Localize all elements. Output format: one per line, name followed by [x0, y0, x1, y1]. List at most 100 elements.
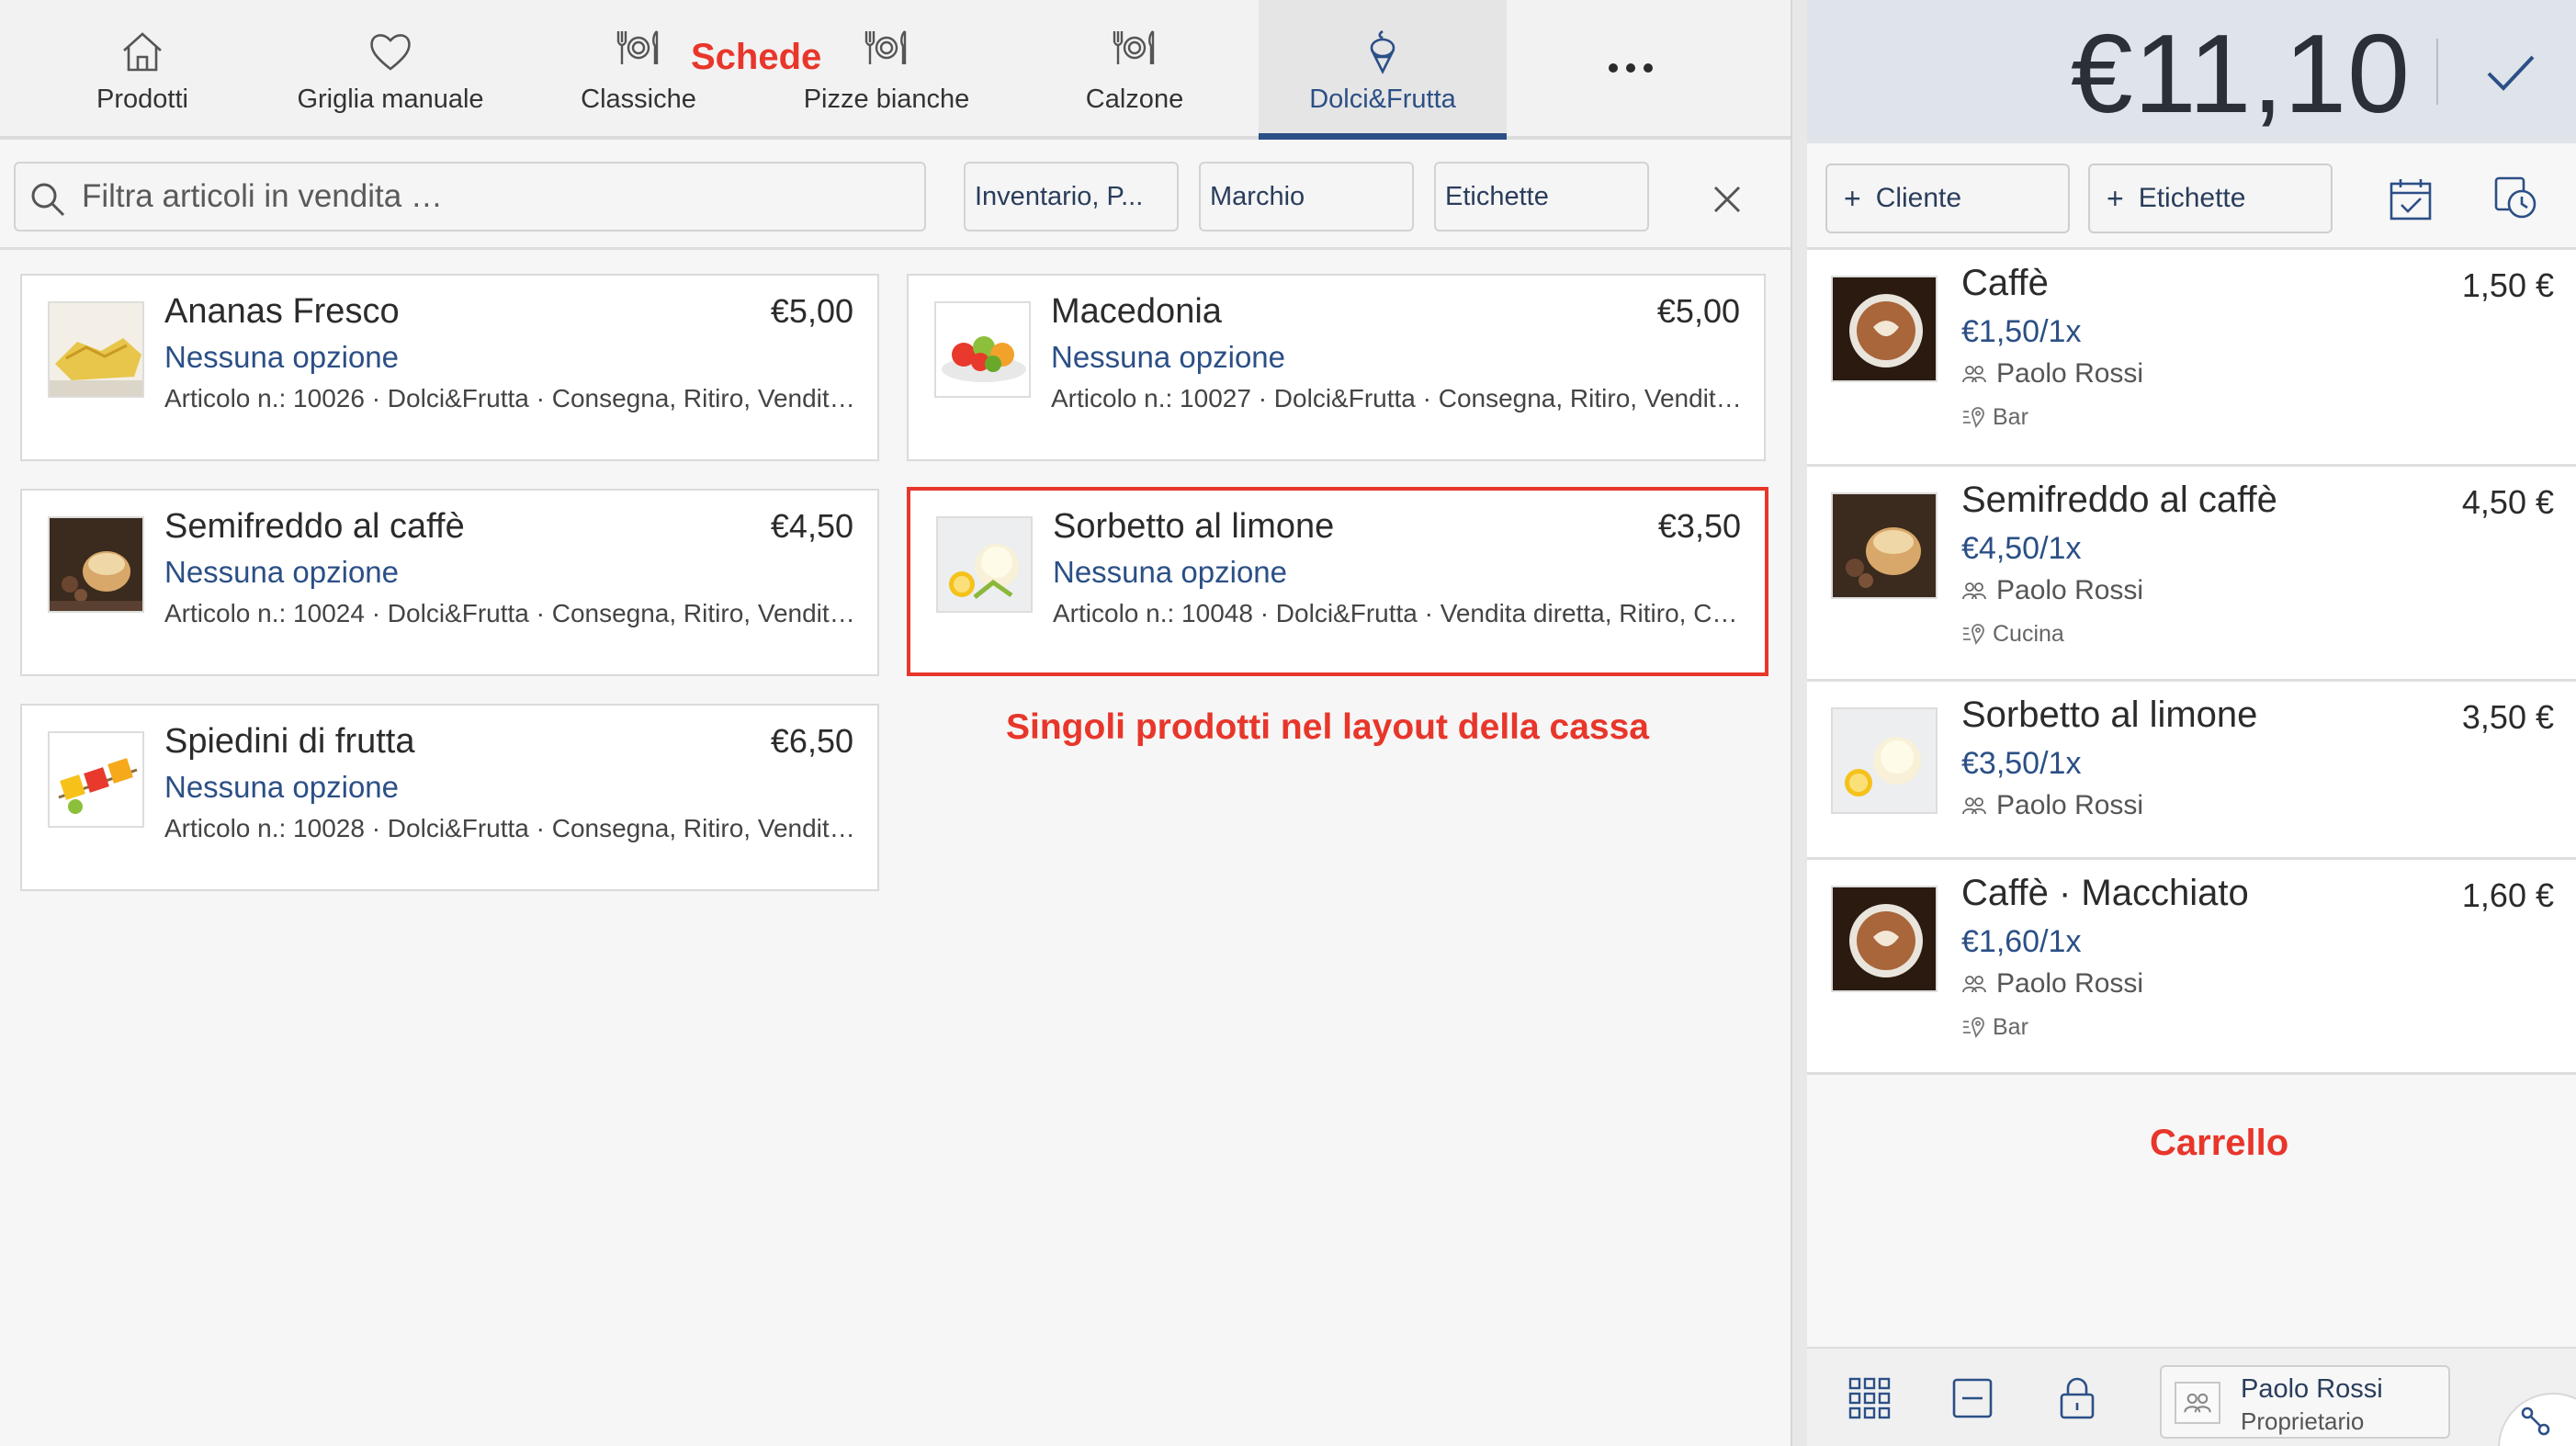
minus-icon[interactable] [1950, 1376, 1994, 1420]
cart-item-image [1831, 886, 1938, 992]
product-pane: Prodotti Griglia manuale Classiche Pizze… [0, 0, 1791, 1446]
product-option: Nessuna opzione [164, 340, 400, 374]
grid-icon[interactable] [1847, 1376, 1892, 1420]
location-icon [1961, 1016, 1985, 1040]
annotation-products: Singoli prodotti nel layout della cassa [1006, 707, 1649, 747]
cutlery-icon [613, 28, 664, 68]
filter-bar: Inventario, P... Marchio Etichette [0, 143, 1791, 250]
plus-icon: + [2107, 181, 2124, 215]
cart-item-image [1831, 492, 1938, 599]
product-image [934, 301, 1031, 398]
cart-item-user: Paolo Rossi [1996, 575, 2144, 605]
product-card[interactable]: Semifreddo al caffè €4,50 Nessuna opzion… [20, 489, 879, 676]
home-icon [119, 28, 166, 75]
location-icon [1961, 623, 1985, 647]
cart-item-price: 3,50 € [2461, 698, 2554, 736]
product-price: €3,50 [1657, 507, 1741, 545]
cart-item-unit-price: €1,60/1x [1961, 924, 2082, 959]
product-price: €6,50 [770, 722, 853, 760]
product-name: Spiedini di frutta [164, 722, 415, 761]
cart-item-unit-price: €1,50/1x [1961, 314, 2082, 349]
cart-item-user: Paolo Rossi [1996, 358, 2144, 389]
product-card[interactable]: Ananas Fresco €5,00 Nessuna opzione Arti… [20, 274, 879, 461]
user-role: Proprietario [2241, 1407, 2365, 1435]
pane-divider[interactable] [1791, 0, 1807, 1446]
bottom-toolbar: Paolo Rossi Proprietario [1807, 1347, 2576, 1446]
lock-icon[interactable] [2057, 1376, 2097, 1420]
tab-prodotti[interactable]: Prodotti [18, 0, 266, 140]
product-option: Nessuna opzione [164, 555, 400, 589]
product-meta: Articolo n.: 10026 · Dolci&Frutta · Cons… [164, 384, 863, 412]
product-option: Nessuna opzione [1051, 340, 1286, 374]
cart-item-price: 4,50 € [2461, 483, 2554, 521]
product-meta: Articolo n.: 10024 · Dolci&Frutta · Cons… [164, 599, 863, 627]
annotation-tabs: Schede [691, 37, 822, 77]
cart-item[interactable]: Semifreddo al caffè 4,50 € €4,50/1x Paol… [1807, 467, 2576, 682]
product-name: Macedonia [1051, 292, 1222, 331]
search-input[interactable] [82, 178, 924, 215]
tab-dolci-frutta[interactable]: Dolci&Frutta [1259, 0, 1507, 140]
add-tags-label: Etichette [2138, 183, 2246, 213]
product-card[interactable]: Spiedini di frutta €6,50 Nessuna opzione… [20, 704, 879, 891]
tab-label: Classiche [581, 85, 696, 114]
calendar-check-icon[interactable] [2388, 176, 2434, 222]
cart-item-name: Caffè · Macchiato [1961, 873, 2249, 913]
more-dots-icon [1609, 63, 1618, 73]
cart-item-price: 1,60 € [2461, 876, 2554, 914]
cart-total: €11,10 [2070, 11, 2411, 136]
add-customer-button[interactable]: + Cliente [1825, 164, 2070, 233]
product-image [48, 516, 144, 613]
cart-item-destination: Bar [1993, 404, 2028, 430]
add-tags-button[interactable]: + Etichette [2088, 164, 2333, 233]
tab-label: Griglia manuale [297, 85, 484, 114]
cart-item-user: Paolo Rossi [1996, 968, 2144, 999]
search-field[interactable] [14, 162, 926, 232]
cutlery-icon [861, 28, 912, 68]
checkmark-icon[interactable] [2478, 40, 2542, 105]
product-price: €5,00 [1656, 292, 1740, 330]
history-icon[interactable] [2492, 175, 2540, 222]
tab-label: Dolci&Frutta [1309, 85, 1456, 114]
filter-tags[interactable]: Etichette [1434, 162, 1649, 232]
product-card-highlighted[interactable]: Sorbetto al limone €3,50 Nessuna opzione… [907, 487, 1768, 676]
users-icon [1961, 364, 1987, 384]
filter-inventory[interactable]: Inventario, P... [964, 162, 1179, 232]
more-tabs-button[interactable] [1580, 40, 1681, 96]
product-card[interactable]: Macedonia €5,00 Nessuna opzione Articolo… [907, 274, 1766, 461]
product-name: Semifreddo al caffè [164, 507, 465, 546]
tab-calzone[interactable]: Calzone [1011, 0, 1259, 140]
product-option: Nessuna opzione [1053, 555, 1288, 589]
separator [2436, 39, 2438, 105]
product-meta: Articolo n.: 10028 · Dolci&Frutta · Cons… [164, 814, 863, 842]
add-customer-label: Cliente [1875, 183, 1962, 213]
cart-item-unit-price: €4,50/1x [1961, 531, 2082, 566]
users-icon [1961, 974, 1987, 994]
current-user-chip[interactable]: Paolo Rossi Proprietario [2160, 1365, 2450, 1439]
cart-item-unit-price: €3,50/1x [1961, 746, 2082, 781]
cart-item-name: Caffè [1961, 263, 2049, 303]
close-icon[interactable] [1704, 176, 1750, 222]
product-price: €5,00 [770, 292, 853, 330]
tab-label: Calzone [1085, 85, 1184, 114]
product-image [48, 731, 144, 828]
cart-item-image [1831, 276, 1938, 382]
heart-icon [367, 28, 414, 75]
product-image [48, 301, 144, 398]
product-name: Ananas Fresco [164, 292, 400, 331]
cart-item[interactable]: Caffè · Macchiato 1,60 € €1,60/1x Paolo … [1807, 860, 2576, 1075]
product-option: Nessuna opzione [164, 770, 400, 804]
cart-item[interactable]: Caffè 1,50 € €1,50/1x Paolo Rossi Bar [1807, 250, 2576, 467]
cart-item-destination: Cucina [1993, 621, 2064, 647]
user-name: Paolo Rossi [2241, 1374, 2383, 1404]
users-icon [1961, 796, 1987, 816]
link-icon [2521, 1406, 2550, 1436]
expand-button[interactable] [2498, 1393, 2576, 1446]
tab-griglia-manuale[interactable]: Griglia manuale [266, 0, 514, 140]
cart-item-name: Sorbetto al limone [1961, 695, 2258, 735]
users-icon [1961, 581, 1987, 601]
filter-brand[interactable]: Marchio [1199, 162, 1414, 232]
cart-item-image [1831, 707, 1938, 814]
avatar [2175, 1382, 2220, 1424]
cart-item[interactable]: Sorbetto al limone 3,50 € €3,50/1x Paolo… [1807, 682, 2576, 860]
cart-pane: €11,10 + Cliente + Etichette Caffè 1,50 … [1807, 0, 2576, 1446]
